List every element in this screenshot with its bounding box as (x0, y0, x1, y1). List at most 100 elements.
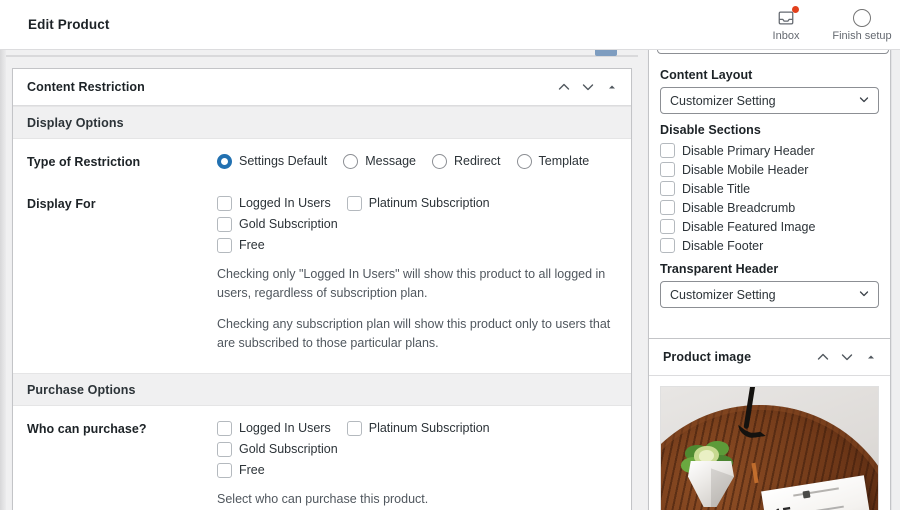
checkbox-purchase-gold-subscription-label: Gold Subscription (239, 442, 338, 456)
field-who-can-purchase: Who can purchase? Logged In Users Platin… (13, 406, 631, 510)
checkbox-disable-primary-header-label: Disable Primary Header (682, 143, 815, 158)
checkbox-disable-primary-header-input[interactable] (660, 143, 675, 158)
checkbox-disable-breadcrumb-input[interactable] (660, 200, 675, 215)
checkbox-purchase-logged-in-users-label: Logged In Users (239, 421, 331, 435)
finish-setup-label: Finish setup (832, 30, 892, 42)
radio-message-input[interactable] (343, 153, 359, 169)
checkbox-display-platinum-subscription-label: Platinum Subscription (368, 196, 490, 210)
toggle-panel-icon[interactable] (860, 346, 882, 368)
checkbox-disable-title-input[interactable] (660, 181, 675, 196)
checkbox-purchase-logged-in-users[interactable]: Logged In Users (217, 420, 331, 436)
partially-visible-select[interactable] (657, 50, 889, 54)
checkbox-disable-title[interactable]: Disable Title (660, 180, 879, 197)
radio-template-label: Template (538, 154, 590, 168)
cut-off-toolbar-row (6, 50, 892, 58)
checkbox-disable-breadcrumb-label: Disable Breadcrumb (682, 200, 796, 215)
checkbox-purchase-platinum-subscription[interactable]: Platinum Subscription (346, 420, 490, 436)
topbar-actions: Inbox Finish setup (748, 0, 900, 50)
radio-redirect-label: Redirect (453, 154, 501, 168)
checkbox-display-logged-in-users[interactable]: Logged In Users (217, 195, 331, 211)
theme-settings-metabox: Content Layout Customizer Setting Disabl… (648, 32, 891, 372)
radio-message[interactable]: Message (343, 153, 416, 169)
checkbox-disable-breadcrumb[interactable]: Disable Breadcrumb (660, 199, 879, 216)
checkbox-display-platinum-subscription[interactable]: Platinum Subscription (346, 195, 490, 211)
checkbox-disable-featured-image-input[interactable] (660, 219, 675, 234)
admin-menu-edge (0, 50, 6, 510)
checkbox-disable-mobile-header-input[interactable] (660, 162, 675, 177)
radio-redirect[interactable]: Redirect (431, 153, 501, 169)
checkbox-disable-title-label: Disable Title (682, 181, 751, 196)
content-layout-label: Content Layout (660, 68, 753, 82)
inbox-icon-wrap (777, 6, 799, 28)
progress-ring-icon-wrap (853, 8, 871, 28)
product-image-title: Product image (663, 350, 752, 364)
inbox-notification-badge (792, 6, 799, 13)
checkbox-display-free-label: Free (239, 238, 265, 252)
product-image-thumbnail[interactable]: 15 (660, 386, 879, 510)
checkbox-purchase-free-input[interactable] (217, 462, 232, 478)
help-text-display-for-2: Checking any subscription plan will show… (217, 317, 611, 350)
field-display-for: Display For Logged In Users Platinum Sub… (13, 171, 631, 355)
radio-redirect-input[interactable] (431, 153, 447, 169)
vertical-scrollbar[interactable] (891, 50, 900, 510)
checkbox-group-display-for: Logged In Users Platinum Subscription Go… (217, 195, 617, 253)
inbox-button[interactable]: Inbox (748, 0, 824, 50)
transparent-header-value: Customizer Setting (670, 287, 776, 302)
content-layout-select[interactable]: Customizer Setting (660, 87, 879, 114)
checkbox-purchase-free-label: Free (239, 463, 265, 477)
transparent-header-select[interactable]: Customizer Setting (660, 281, 879, 308)
checkbox-disable-featured-image-label: Disable Featured Image (682, 219, 816, 234)
finish-setup-button[interactable]: Finish setup (824, 0, 900, 50)
transparent-header-label: Transparent Header (660, 262, 779, 276)
field-control-display-for: Logged In Users Platinum Subscription Go… (217, 195, 617, 353)
product-image-body: 15 (649, 376, 890, 510)
content-layout-value: Customizer Setting (670, 93, 776, 108)
move-up-icon[interactable] (812, 346, 834, 368)
checkbox-purchase-logged-in-users-input[interactable] (217, 420, 232, 436)
section-header-display-options: Display Options (13, 106, 631, 139)
checkbox-purchase-free[interactable]: Free (217, 462, 601, 478)
chevron-down-icon (858, 287, 870, 302)
checkbox-disable-mobile-header-label: Disable Mobile Header (682, 162, 809, 177)
radio-group-type-of-restriction: Settings Default Message Redirect Templa… (217, 153, 617, 169)
help-text-display-for-1: Checking only "Logged In Users" will sho… (217, 267, 606, 300)
field-type-of-restriction: Type of Restriction Settings Default Mes… (13, 139, 631, 171)
checkbox-purchase-platinum-subscription-input[interactable] (346, 420, 362, 436)
checkbox-disable-primary-header[interactable]: Disable Primary Header (660, 142, 879, 159)
progress-ring-icon (853, 9, 871, 27)
checkbox-display-free[interactable]: Free (217, 237, 601, 253)
checkbox-purchase-gold-subscription-input[interactable] (217, 441, 232, 457)
checkbox-disable-footer-label: Disable Footer (682, 238, 764, 253)
content-divider (6, 55, 638, 57)
radio-settings-default[interactable]: Settings Default (217, 153, 327, 169)
checkbox-display-platinum-subscription-input[interactable] (346, 195, 362, 211)
field-label-display-for: Display For (27, 197, 96, 211)
checkbox-display-gold-subscription-label: Gold Subscription (239, 217, 338, 231)
checkbox-purchase-gold-subscription[interactable]: Gold Subscription (217, 441, 338, 457)
move-down-icon[interactable] (836, 346, 858, 368)
checkbox-disable-footer[interactable]: Disable Footer (660, 237, 879, 254)
field-control-type-of-restriction: Settings Default Message Redirect Templa… (217, 153, 617, 169)
inbox-label: Inbox (772, 30, 800, 42)
checkbox-display-free-input[interactable] (217, 237, 232, 253)
partially-visible-button[interactable] (595, 50, 617, 56)
move-up-icon[interactable] (553, 76, 575, 98)
radio-template-input[interactable] (516, 153, 532, 169)
checkbox-display-gold-subscription-input[interactable] (217, 216, 232, 232)
product-image-header: Product image (649, 339, 890, 376)
checkbox-display-logged-in-users-label: Logged In Users (239, 196, 331, 210)
theme-settings-body: Content Layout Customizer Setting Disabl… (649, 32, 890, 329)
move-down-icon[interactable] (577, 76, 599, 98)
radio-settings-default-input[interactable] (217, 153, 232, 169)
checkbox-disable-footer-input[interactable] (660, 238, 675, 253)
field-label-type-of-restriction: Type of Restriction (27, 155, 141, 169)
radio-message-label: Message (365, 154, 416, 168)
content-restriction-header: Content Restriction (13, 69, 631, 106)
radio-template[interactable]: Template (516, 153, 590, 169)
checkbox-display-logged-in-users-input[interactable] (217, 195, 232, 211)
checkbox-disable-mobile-header[interactable]: Disable Mobile Header (660, 161, 879, 178)
checkbox-display-gold-subscription[interactable]: Gold Subscription (217, 216, 338, 232)
section-header-purchase-options: Purchase Options (13, 373, 631, 406)
toggle-panel-icon[interactable] (601, 76, 623, 98)
checkbox-disable-featured-image[interactable]: Disable Featured Image (660, 218, 879, 235)
